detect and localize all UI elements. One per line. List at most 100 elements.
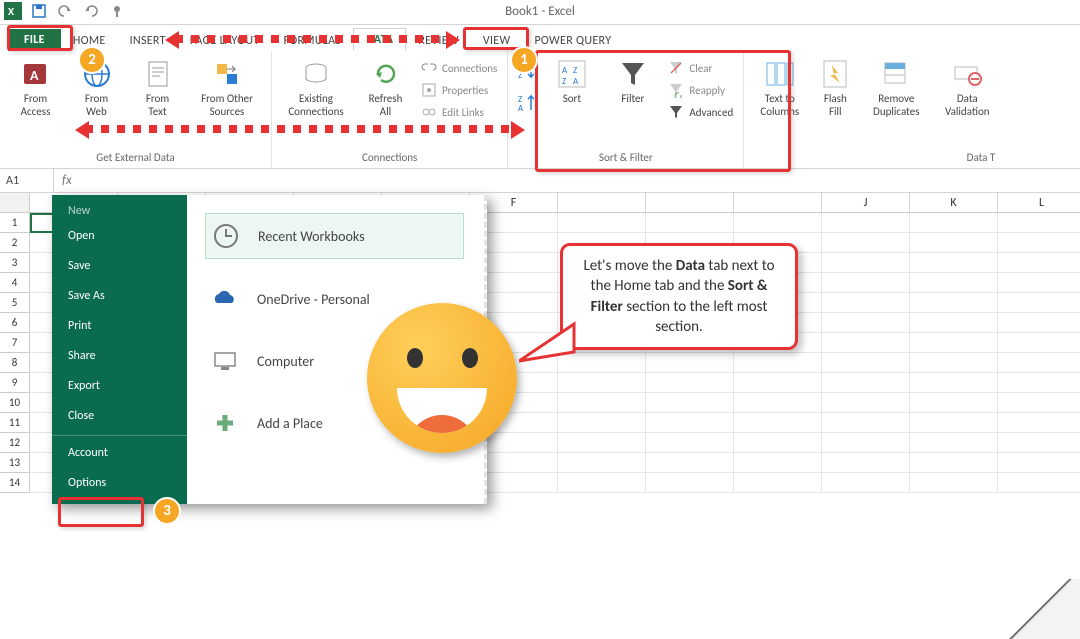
cell[interactable] (734, 433, 822, 453)
cell[interactable] (734, 373, 822, 393)
cell[interactable] (822, 233, 910, 253)
row-header[interactable]: 2 (0, 233, 30, 253)
qat-save-icon[interactable] (30, 2, 48, 20)
qat-redo-icon[interactable] (82, 2, 100, 20)
backstage-options[interactable]: Options (52, 468, 187, 498)
remove-duplicates-button[interactable]: Remove Duplicates (863, 57, 929, 118)
row-header[interactable]: 9 (0, 373, 30, 393)
cell[interactable] (646, 393, 734, 413)
row-header[interactable]: 7 (0, 333, 30, 353)
cell[interactable] (822, 333, 910, 353)
cell[interactable] (734, 213, 822, 233)
qat-undo-icon[interactable] (56, 2, 74, 20)
select-all-corner[interactable] (0, 193, 30, 213)
cell[interactable] (822, 313, 910, 333)
col-header[interactable]: J (822, 193, 910, 213)
cell[interactable] (646, 413, 734, 433)
cell[interactable] (998, 333, 1080, 353)
row-header[interactable]: 6 (0, 313, 30, 333)
col-header[interactable] (734, 193, 822, 213)
cell[interactable] (822, 293, 910, 313)
row-header[interactable]: 14 (0, 473, 30, 493)
from-access-button[interactable]: A From Access (8, 57, 63, 118)
backstage-new[interactable]: New (52, 201, 187, 221)
cell[interactable] (910, 473, 998, 493)
refresh-all-button[interactable]: Refresh All (358, 57, 413, 118)
cell[interactable] (998, 293, 1080, 313)
cell[interactable] (734, 393, 822, 413)
cell[interactable] (734, 473, 822, 493)
qat-touch-icon[interactable] (108, 2, 126, 20)
cell[interactable] (558, 473, 646, 493)
backstage-save-as[interactable]: Save As (52, 281, 187, 311)
data-validation-button[interactable]: Data Validation (935, 57, 999, 118)
cell[interactable] (998, 273, 1080, 293)
backstage-print[interactable]: Print (52, 311, 187, 341)
cell[interactable] (822, 413, 910, 433)
cell[interactable] (998, 253, 1080, 273)
fx-icon[interactable]: fx (62, 173, 72, 188)
row-header[interactable]: 4 (0, 273, 30, 293)
cell[interactable] (822, 213, 910, 233)
backstage-save[interactable]: Save (52, 251, 187, 281)
cell[interactable] (646, 213, 734, 233)
cell[interactable] (910, 253, 998, 273)
cell[interactable] (646, 353, 734, 373)
cell[interactable] (910, 413, 998, 433)
cell[interactable] (910, 353, 998, 373)
col-header[interactable] (558, 193, 646, 213)
backstage-open[interactable]: Open (52, 221, 187, 251)
row-header[interactable]: 11 (0, 413, 30, 433)
col-header[interactable]: L (998, 193, 1080, 213)
cell[interactable] (646, 373, 734, 393)
cell[interactable] (822, 393, 910, 413)
edit-links-button[interactable]: Edit Links (419, 103, 499, 121)
cell[interactable] (558, 213, 646, 233)
cell[interactable] (910, 213, 998, 233)
col-header[interactable]: K (910, 193, 998, 213)
row-header[interactable]: 8 (0, 353, 30, 373)
cell[interactable] (910, 233, 998, 253)
existing-connections-button[interactable]: Existing Connections (280, 57, 352, 118)
cell[interactable] (558, 413, 646, 433)
cell[interactable] (998, 393, 1080, 413)
row-header[interactable]: 1 (0, 213, 30, 233)
row-header[interactable]: 10 (0, 393, 30, 413)
row-header[interactable]: 13 (0, 453, 30, 473)
cell[interactable] (734, 413, 822, 433)
cell[interactable] (998, 453, 1080, 473)
from-text-button[interactable]: From Text (130, 57, 185, 118)
backstage-close[interactable]: Close (52, 401, 187, 431)
cell[interactable] (998, 353, 1080, 373)
cell[interactable] (998, 233, 1080, 253)
cell[interactable] (822, 373, 910, 393)
cell[interactable] (822, 473, 910, 493)
cell[interactable] (910, 453, 998, 473)
cell[interactable] (998, 473, 1080, 493)
name-box[interactable]: A1 (0, 169, 54, 192)
cell[interactable] (998, 413, 1080, 433)
from-other-button[interactable]: From Other Sources (191, 57, 263, 118)
cell[interactable] (910, 433, 998, 453)
flash-fill-button[interactable]: Flash Fill (813, 57, 857, 118)
row-header[interactable]: 3 (0, 253, 30, 273)
cell[interactable] (998, 373, 1080, 393)
row-header[interactable]: 5 (0, 293, 30, 313)
cell[interactable] (910, 373, 998, 393)
cell[interactable] (910, 273, 998, 293)
cell[interactable] (998, 433, 1080, 453)
cell[interactable] (558, 393, 646, 413)
cell[interactable] (646, 473, 734, 493)
properties-button[interactable]: Properties (419, 81, 499, 99)
cell[interactable] (734, 353, 822, 373)
cell[interactable] (998, 313, 1080, 333)
cell[interactable] (646, 433, 734, 453)
cell[interactable] (558, 453, 646, 473)
backstage-account[interactable]: Account (52, 435, 187, 468)
cell[interactable] (646, 453, 734, 473)
cell[interactable] (558, 433, 646, 453)
col-header[interactable] (646, 193, 734, 213)
loc-recent[interactable]: Recent Workbooks (205, 213, 464, 259)
cell[interactable] (910, 333, 998, 353)
cell[interactable] (822, 273, 910, 293)
